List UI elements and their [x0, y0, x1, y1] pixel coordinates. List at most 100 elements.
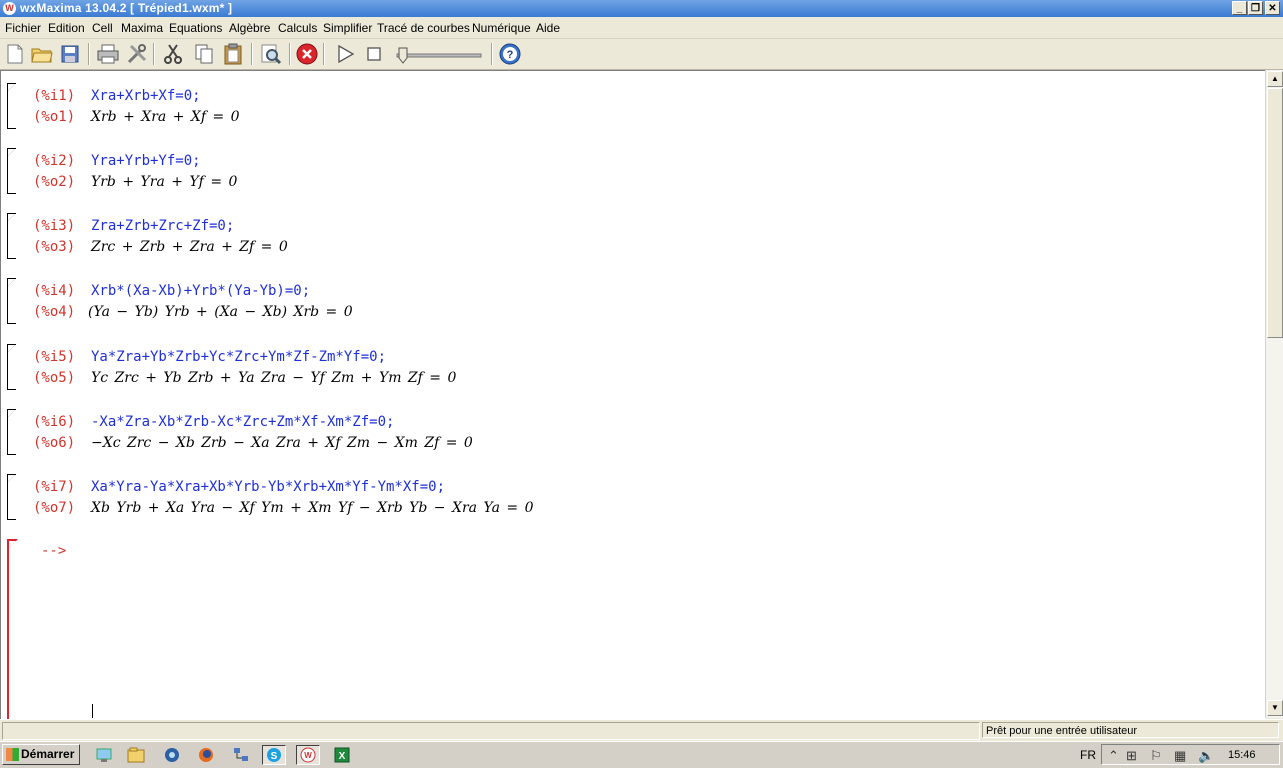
svg-text:X: X [339, 751, 346, 762]
input-label: (%i7) [33, 479, 76, 495]
input-label: (%i3) [33, 218, 76, 234]
start-button[interactable]: Démarrer [2, 744, 80, 765]
window-title: wxMaxima 13.04.2 [ Trépied1.wxm* ] [20, 1, 233, 15]
media-player-icon[interactable] [160, 745, 184, 765]
action-center-icon[interactable]: ⊞ [1126, 748, 1137, 764]
output-expression: Zrc + Zrb + Zra + Zf = 0 [91, 239, 288, 255]
cell-6[interactable]: (%i6) -Xa*Zra-Xb*Zrb-Xc*Zrc+Zm*Xf-Xm*Zf=… [1, 409, 1201, 457]
excel-icon[interactable]: X [330, 745, 354, 765]
stop-icon[interactable] [362, 42, 386, 66]
active-input-cell[interactable]: --> [1, 539, 301, 719]
find-icon[interactable] [259, 42, 283, 66]
print-icon[interactable] [96, 42, 120, 66]
input-code[interactable]: Ya*Zra+Yb*Zrb+Yc*Zrc+Ym*Zf-Zm*Yf=0; [91, 349, 386, 365]
restore-button[interactable]: ❐ [1248, 1, 1263, 15]
cell-bracket[interactable] [7, 148, 16, 194]
open-icon[interactable] [30, 42, 54, 66]
explorer-icon[interactable] [124, 745, 148, 765]
cell-bracket[interactable] [7, 409, 16, 455]
network-icon[interactable] [229, 745, 253, 765]
input-code[interactable]: Xrb*(Xa-Xb)+Yrb*(Ya-Yb)=0; [91, 283, 310, 299]
menu-cell[interactable]: Cell [92, 21, 113, 35]
skype-icon[interactable]: S [262, 745, 286, 765]
preferences-icon[interactable] [125, 42, 149, 66]
output-expression: Xb Yrb + Xa Yra − Xf Ym + Xm Yf − Xrb Yb… [91, 500, 534, 516]
menu-equations[interactable]: Equations [169, 21, 222, 35]
cut-icon[interactable] [161, 42, 185, 66]
desktop-icon[interactable] [92, 745, 116, 765]
interrupt-icon[interactable] [295, 42, 319, 66]
output-expression: Yrb + Yra + Yf = 0 [91, 174, 238, 190]
input-label: (%i1) [33, 88, 76, 104]
menu-simplifier[interactable]: Simplifier [323, 21, 372, 35]
output-expression: Xrb + Xra + Xf = 0 [91, 109, 240, 125]
cell-bracket[interactable] [7, 83, 16, 129]
wxmaxima-icon: W [3, 2, 16, 15]
cell-1[interactable]: (%i1) Xra+Xrb+Xf=0; (%o1) Xrb + Xra + Xf… [1, 83, 1201, 131]
status-bar: Prêt pour une entrée utilisateur [0, 719, 1283, 741]
output-expression: Yc Zrc + Yb Zrb + Ya Zra − Yf Zm + Ym Zf… [91, 370, 457, 386]
output-label: (%o1) [33, 109, 76, 125]
scrollbar-thumb[interactable] [1267, 88, 1283, 338]
scroll-up-icon[interactable]: ▲ [1267, 71, 1283, 87]
output-label: (%o6) [33, 435, 76, 451]
animation-slider[interactable] [395, 46, 485, 64]
flag-icon[interactable]: ⚐ [1150, 748, 1162, 764]
menu-edition[interactable]: Edition [48, 21, 85, 35]
input-code[interactable]: -Xa*Zra-Xb*Zrb-Xc*Zrc+Zm*Xf-Xm*Zf=0; [91, 414, 394, 430]
cell-4[interactable]: (%i4) Xrb*(Xa-Xb)+Yrb*(Ya-Yb)=0; (%o4) (… [1, 278, 1201, 326]
svg-text:S: S [271, 751, 278, 762]
menu-algebre[interactable]: Algèbre [229, 21, 270, 35]
menu-bar: Fichier Edition Cell Maxima Equations Al… [0, 17, 1283, 39]
menu-calculs[interactable]: Calculs [278, 21, 317, 35]
save-icon[interactable] [58, 42, 82, 66]
close-button[interactable]: ✕ [1265, 1, 1280, 15]
input-label: (%i4) [33, 283, 76, 299]
cell-bracket[interactable] [7, 474, 16, 520]
input-code[interactable]: Xra+Xrb+Xf=0; [91, 88, 201, 104]
clock[interactable]: 15:46 [1228, 749, 1256, 761]
active-cell-bracket[interactable] [7, 539, 9, 719]
worksheet[interactable]: (%i1) Xra+Xrb+Xf=0; (%o1) Xrb + Xra + Xf… [0, 70, 1266, 719]
cell-bracket[interactable] [7, 278, 16, 324]
output-expression: −Xc Zrc − Xb Zrb − Xa Zra + Xf Zm − Xm Z… [91, 435, 473, 451]
input-label: (%i2) [33, 153, 76, 169]
input-code[interactable]: Zra+Zrb+Zrc+Zf=0; [91, 218, 234, 234]
volume-icon[interactable]: 🔈 [1198, 748, 1214, 764]
cell-bracket[interactable] [7, 213, 16, 259]
menu-fichier[interactable]: Fichier [5, 21, 41, 35]
status-pane-left [2, 722, 980, 740]
output-label: (%o3) [33, 239, 76, 255]
cell-5[interactable]: (%i5) Ya*Zra+Yb*Zrb+Yc*Zrc+Ym*Zf-Zm*Yf=0… [1, 344, 1201, 392]
language-indicator[interactable]: FR [1080, 748, 1096, 762]
paste-icon[interactable] [221, 42, 245, 66]
cell-3[interactable]: (%i3) Zra+Zrb+Zrc+Zf=0; (%o3) Zrc + Zrb … [1, 213, 1201, 261]
new-icon[interactable] [3, 42, 27, 66]
toolbar: ? [0, 39, 1283, 70]
copy-icon[interactable] [192, 42, 216, 66]
help-icon[interactable]: ? [498, 42, 522, 66]
input-label: (%i5) [33, 349, 76, 365]
wxmaxima-task-icon[interactable]: W [296, 745, 320, 765]
cell-7[interactable]: (%i7) Xa*Yra-Ya*Xra+Xb*Yrb-Yb*Xrb+Xm*Yf-… [1, 474, 1201, 522]
menu-aide[interactable]: Aide [536, 21, 560, 35]
play-icon[interactable] [333, 42, 357, 66]
firefox-icon[interactable] [194, 745, 218, 765]
vertical-scrollbar[interactable]: ▲ ▼ [1265, 70, 1283, 718]
output-label: (%o5) [33, 370, 76, 386]
menu-trace-de-courbes[interactable]: Tracé de courbes [377, 21, 470, 35]
cell-2[interactable]: (%i2) Yra+Yrb+Yf=0; (%o2) Yrb + Yra + Yf… [1, 148, 1201, 196]
input-prompt[interactable]: --> [41, 543, 66, 559]
scroll-down-icon[interactable]: ▼ [1267, 700, 1283, 716]
network-tray-icon[interactable]: ▦ [1174, 748, 1186, 764]
cell-bracket[interactable] [7, 344, 16, 390]
text-caret [92, 704, 93, 718]
show-hidden-icons-icon[interactable]: ⌃ [1108, 748, 1119, 764]
minimize-button[interactable]: _ [1232, 1, 1247, 15]
input-code[interactable]: Xa*Yra-Ya*Xra+Xb*Yrb-Yb*Xrb+Xm*Yf-Ym*Xf=… [91, 479, 445, 495]
menu-numerique[interactable]: Numérique [472, 21, 531, 35]
system-tray: ⌃ ⊞ ⚐ ▦ 🔈 15:46 [1101, 744, 1280, 765]
input-code[interactable]: Yra+Yrb+Yf=0; [91, 153, 201, 169]
svg-text:?: ? [507, 49, 514, 61]
menu-maxima[interactable]: Maxima [121, 21, 163, 35]
